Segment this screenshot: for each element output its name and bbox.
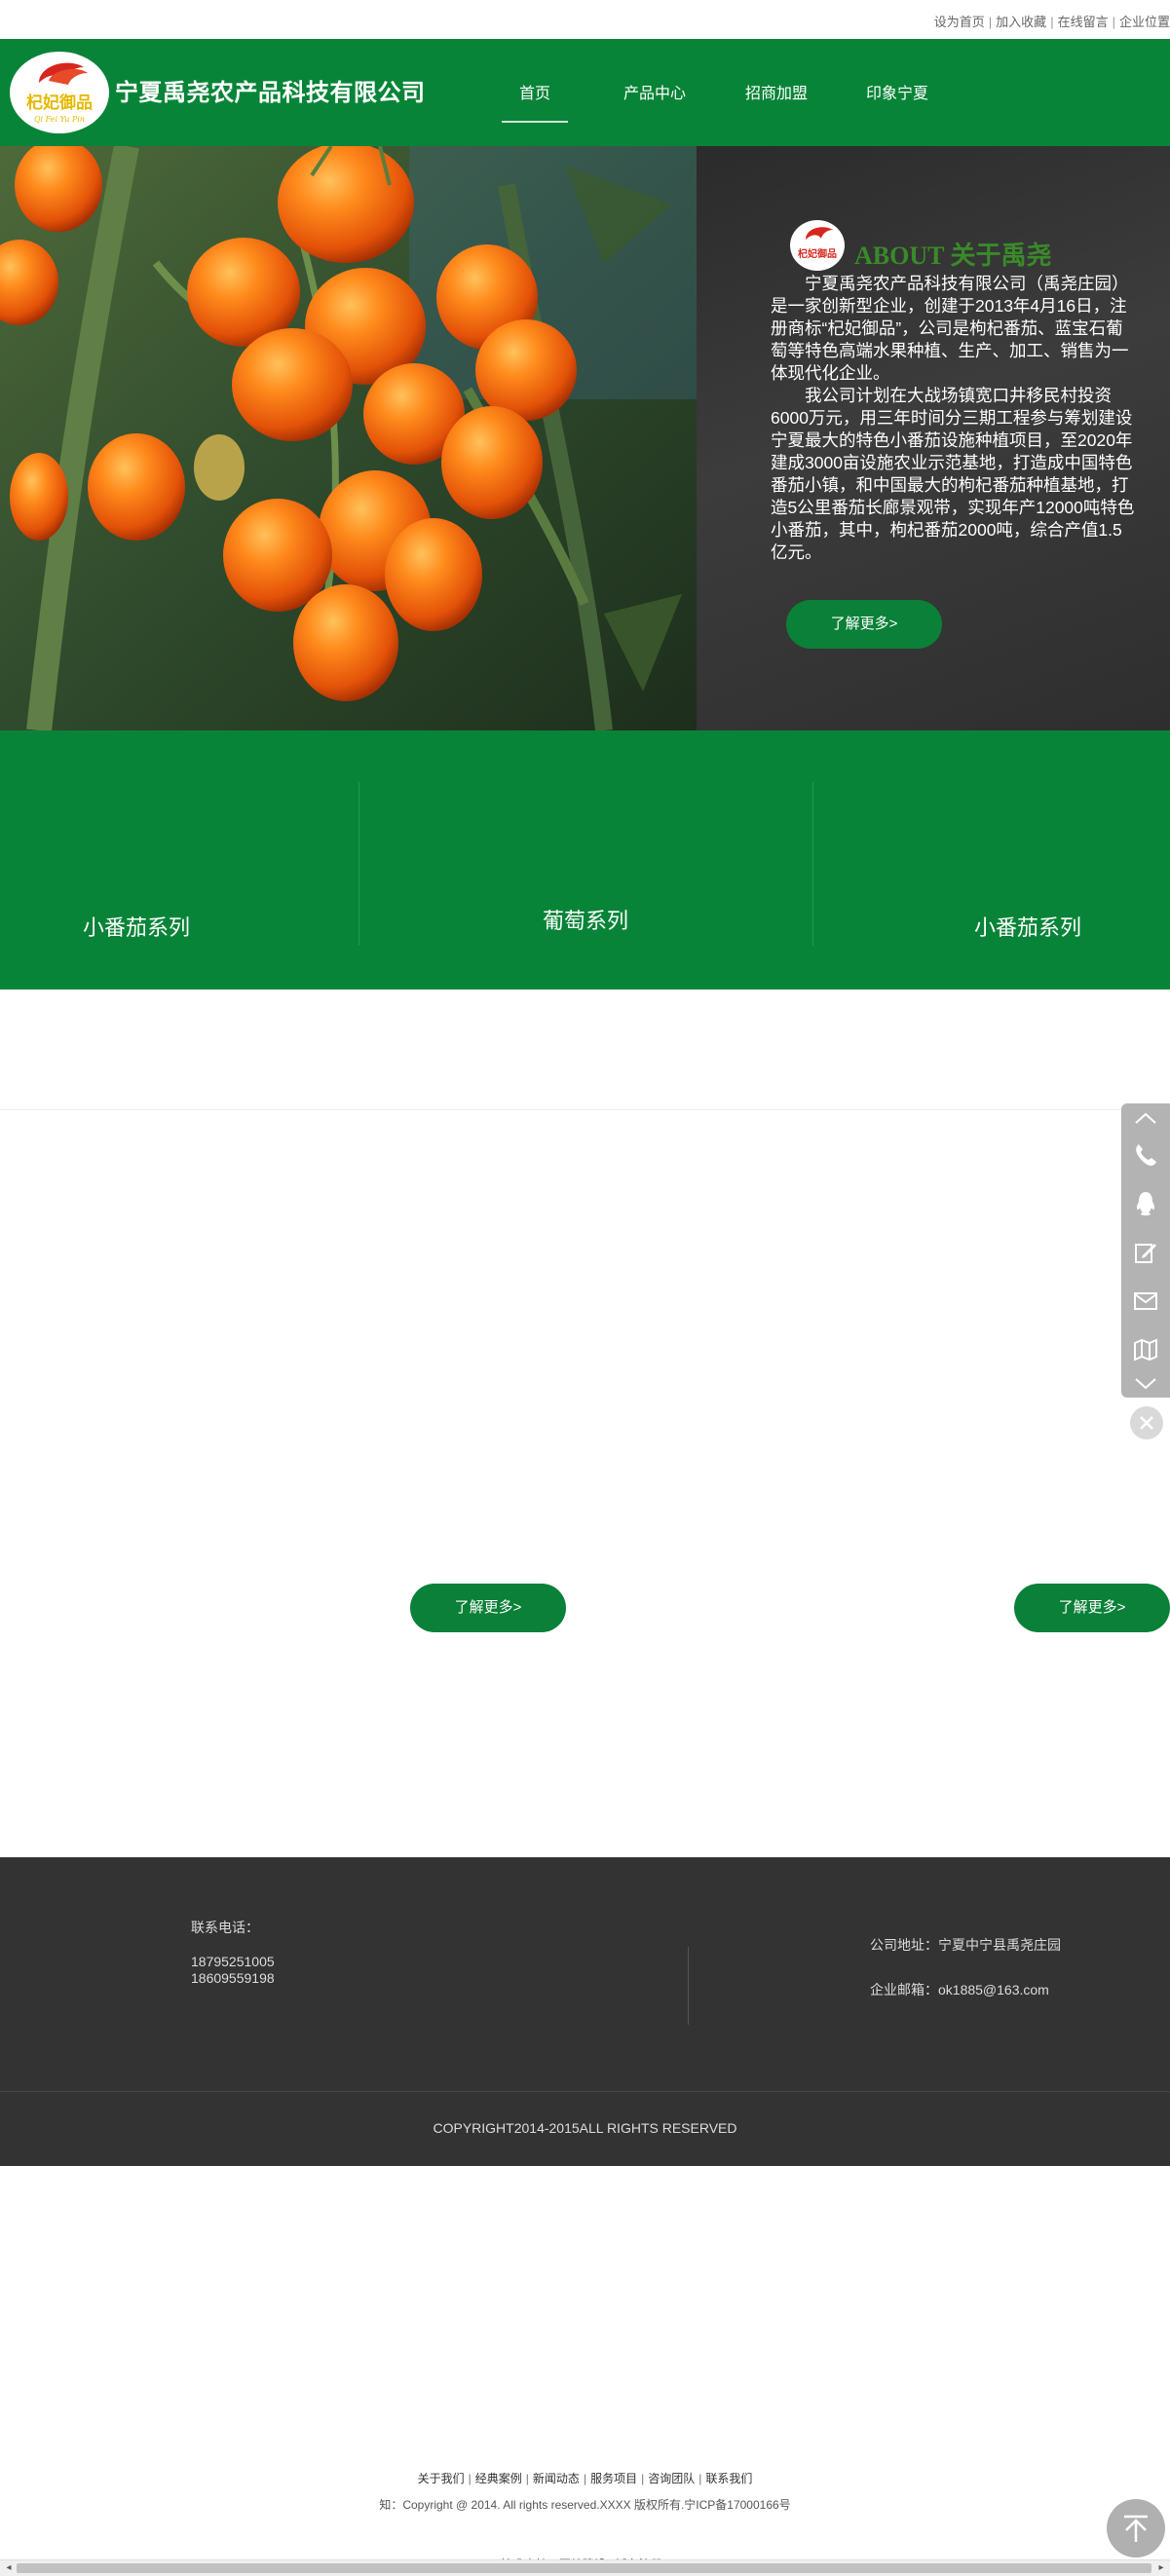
about-title: ABOUT 关于禹尧	[854, 242, 1052, 270]
series-grape[interactable]: 葡萄系列	[543, 904, 628, 935]
about-logo-wordmark: 杞妃御品	[798, 247, 837, 260]
map-icon[interactable]	[1121, 1325, 1170, 1374]
add-favorite-link[interactable]: 加入收藏	[996, 15, 1046, 29]
link-services[interactable]: 服务项目	[590, 2472, 637, 2485]
logo-subtext: Qi Fei Yu Pin	[34, 115, 85, 124]
phone-label: 联系电话：	[191, 1920, 259, 1935]
company-email: 企业邮箱：ok1885@163.com	[870, 1982, 1049, 1997]
bottom-copyright: 知：Copyright @ 2014. All rights reserved.…	[379, 2498, 791, 2512]
product-series-band: 小番茄系列 葡萄系列 小番茄系列	[0, 730, 1170, 989]
horizontal-scrollbar[interactable]: ◂ ▸	[0, 2559, 1170, 2576]
phone-number-1: 18795251005	[191, 1954, 275, 1969]
series-small-tomato-2[interactable]: 小番茄系列	[974, 911, 1081, 942]
scrollbar-thumb[interactable]	[17, 2563, 1151, 2573]
mail-icon[interactable]	[1121, 1277, 1170, 1325]
band-divider	[812, 782, 813, 946]
footer-rule	[0, 2091, 1170, 2092]
site-footer: 联系电话： 18795251005 18609559198 公司地址：宁夏中宁县…	[0, 1857, 1170, 2166]
phone-icon[interactable]	[1121, 1131, 1170, 1179]
nav-impression-ningxia[interactable]: 印象宁夏	[866, 80, 928, 103]
hero-section: 杞妃御品 ABOUT 关于禹尧 宁夏禹尧农产品科技有限公司（禹尧庄园）是一家创新…	[0, 146, 1170, 730]
chevron-up-icon[interactable]	[1121, 1103, 1170, 1133]
learn-more-button-2[interactable]: 了解更多>	[1014, 1584, 1170, 1632]
company-location-link[interactable]: 企业位置	[1119, 15, 1170, 29]
about-paragraph-1: 宁夏禹尧农产品科技有限公司（禹尧庄园）是一家创新型企业，创建于2013年4月16…	[771, 274, 1129, 383]
footer-copyright: COPYRIGHT2014-2015ALL RIGHTS RESERVED	[433, 2120, 737, 2136]
company-logo[interactable]: 杞妃御品 Qi Fei Yu Pin	[10, 52, 109, 133]
top-links: 设为首页 | 加入收藏 | 在线留言 | 企业位置	[933, 15, 1170, 29]
floating-toolbar	[1121, 1103, 1170, 1398]
phone-number-2: 18609559198	[191, 1970, 275, 1986]
link-about-us[interactable]: 关于我们	[418, 2472, 465, 2485]
scroll-right-icon[interactable]: ▸	[1155, 2562, 1167, 2574]
bottom-links: 关于我们 | 经典案例 | 新闻动态 | 服务项目 | 咨询团队 | 联系我们	[417, 2472, 753, 2485]
link-team[interactable]: 咨询团队	[648, 2472, 695, 2485]
chevron-down-icon[interactable]	[1121, 1370, 1170, 1398]
back-to-top-icon[interactable]	[1107, 2499, 1165, 2557]
link-contact[interactable]: 联系我们	[705, 2472, 752, 2485]
edit-message-icon[interactable]	[1121, 1228, 1170, 1277]
close-icon[interactable]	[1130, 1406, 1163, 1439]
logo-wordmark: 杞妃御品	[26, 93, 93, 113]
about-more-button[interactable]: 了解更多>	[786, 600, 942, 649]
learn-more-button-1[interactable]: 了解更多>	[410, 1584, 566, 1632]
link-cases[interactable]: 经典案例	[475, 2472, 522, 2485]
series-small-tomato-1[interactable]: 小番茄系列	[83, 911, 190, 942]
about-panel: 杞妃御品 ABOUT 关于禹尧 宁夏禹尧农产品科技有限公司（禹尧庄园）是一家创新…	[697, 146, 1170, 730]
set-homepage-link[interactable]: 设为首页	[934, 15, 985, 29]
scroll-left-icon[interactable]: ◂	[3, 2562, 15, 2574]
link-news[interactable]: 新闻动态	[533, 2472, 580, 2485]
top-bar: 设为首页 | 加入收藏 | 在线留言 | 企业位置	[0, 0, 1170, 39]
nav-products[interactable]: 产品中心	[623, 80, 686, 103]
tomato-photo	[0, 146, 697, 730]
online-message-link[interactable]: 在线留言	[1058, 15, 1109, 29]
nav-home[interactable]: 首页	[501, 80, 569, 123]
section-divider	[0, 1109, 1170, 1110]
footer-divider	[688, 1947, 689, 2025]
qq-icon[interactable]	[1121, 1179, 1170, 1228]
nav-franchise[interactable]: 招商加盟	[745, 80, 808, 103]
about-text: 宁夏禹尧农产品科技有限公司（禹尧庄园）是一家创新型企业，创建于2013年4月16…	[771, 273, 1139, 564]
about-paragraph-2: 我公司计划在大战场镇宽口井移民村投资6000万元，用三年时间分三期工程参与筹划建…	[771, 386, 1135, 562]
company-name: 宁夏禹尧农产品科技有限公司	[115, 80, 426, 106]
about-logo: 杞妃御品	[790, 220, 845, 271]
company-address: 公司地址：宁夏中宁县禹尧庄园	[870, 1937, 1061, 1953]
site-header: 杞妃御品 Qi Fei Yu Pin 宁夏禹尧农产品科技有限公司 首页 产品中心…	[0, 39, 1170, 146]
